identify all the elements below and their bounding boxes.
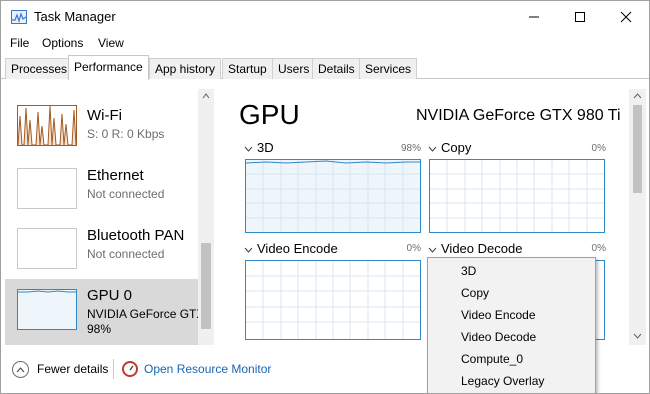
task-manager-window: Task Manager File Options View Processes… (0, 0, 650, 394)
menu-view[interactable]: View (98, 36, 124, 50)
graph-selector-3d[interactable]: 3D (244, 140, 274, 155)
resource-item-bluetooth-pan[interactable]: Bluetooth PAN Not connected (5, 217, 199, 279)
dropdown-item-3d[interactable]: 3D (428, 260, 595, 282)
menu-options[interactable]: Options (42, 36, 83, 50)
resource-name: GPU 0 (87, 287, 133, 304)
tab-bar: Processes Performance App history Startu… (1, 55, 649, 80)
resource-status: Not connected (87, 187, 165, 201)
resource-model: NVIDIA GeForce GTX (87, 307, 205, 321)
menu-bar: File Options View (1, 33, 649, 53)
detail-title: GPU (239, 99, 300, 130)
tab-processes[interactable]: Processes (5, 58, 74, 79)
graph-label: Video Encode (257, 241, 338, 256)
minimize-icon (529, 16, 539, 18)
chevron-down-icon (244, 247, 253, 253)
dropdown-item-video-decode[interactable]: Video Decode (428, 326, 595, 348)
close-icon (620, 11, 632, 23)
resource-name: Ethernet (87, 167, 144, 184)
resource-item-gpu0[interactable]: GPU 0 NVIDIA GeForce GTX 98% (5, 279, 204, 345)
gpu-model-name: NVIDIA GeForce GTX 980 Ti (416, 107, 621, 124)
open-resource-monitor-link[interactable]: Open Resource Monitor (144, 362, 271, 376)
resource-item-ethernet[interactable]: Ethernet Not connected (5, 157, 199, 219)
maximize-button[interactable] (557, 1, 603, 33)
tab-users[interactable]: Users (272, 58, 316, 79)
tab-performance[interactable]: Performance (68, 55, 149, 80)
resource-name: Wi-Fi (87, 107, 122, 124)
chevron-down-icon (244, 146, 253, 152)
graph-selector-video-encode[interactable]: Video Encode (244, 241, 338, 256)
gpu-thumbnail-graph (17, 289, 77, 330)
graph-label: Video Decode (441, 241, 523, 256)
scroll-down-icon[interactable] (629, 330, 646, 342)
title-bar: Task Manager (1, 1, 649, 33)
scroll-up-icon[interactable] (198, 90, 214, 102)
dropdown-item-copy[interactable]: Copy (428, 282, 595, 304)
resource-monitor-icon[interactable] (122, 361, 138, 377)
chevron-down-icon (428, 247, 437, 253)
graph-copy (429, 159, 605, 233)
graph-selector-copy[interactable]: Copy (428, 140, 471, 155)
graph-percentage: 0% (591, 243, 606, 254)
chevron-up-icon (16, 366, 25, 372)
scroll-thumb[interactable] (633, 105, 642, 193)
window-title: Task Manager (34, 9, 116, 24)
resource-list-scrollbar[interactable] (198, 89, 214, 345)
footer-divider (113, 359, 114, 379)
graph-percentage: 98% (400, 143, 421, 154)
menu-file[interactable]: File (10, 36, 29, 50)
graph-label: Copy (441, 140, 472, 155)
maximize-icon (575, 12, 585, 22)
dropdown-item-video-encode[interactable]: Video Encode (428, 304, 595, 326)
tab-startup[interactable]: Startup (222, 58, 273, 79)
scroll-up-icon[interactable] (629, 90, 646, 102)
ethernet-thumbnail-graph (17, 168, 77, 209)
graph-percentage: 0% (591, 143, 606, 154)
graph-percentage: 0% (406, 243, 421, 254)
minimize-button[interactable] (511, 1, 557, 33)
bluetooth-thumbnail-graph (17, 228, 77, 269)
graph-3d (245, 159, 421, 233)
resource-status: Not connected (87, 247, 165, 261)
graph-label: 3D (257, 140, 274, 155)
scroll-thumb[interactable] (201, 243, 211, 329)
fewer-details-button[interactable] (12, 361, 29, 378)
resource-item-wifi[interactable]: Wi-Fi S: 0 R: 0 Kbps (5, 97, 199, 159)
graph-selector-video-decode[interactable]: Video Decode (428, 241, 522, 256)
tab-app-history[interactable]: App history (149, 58, 222, 79)
close-button[interactable] (603, 1, 649, 33)
resource-usage: 98% (87, 322, 112, 336)
chevron-down-icon (428, 146, 437, 152)
resource-list: Wi-Fi S: 0 R: 0 Kbps Ethernet Not connec… (5, 89, 215, 345)
graph-video-encode (245, 260, 421, 340)
wifi-thumbnail-graph (17, 105, 77, 146)
tab-details[interactable]: Details (312, 58, 361, 79)
resource-name: Bluetooth PAN (87, 227, 185, 244)
fewer-details-link[interactable]: Fewer details (37, 362, 108, 376)
footer-bar: Fewer details Open Resource Monitor (1, 351, 649, 393)
task-manager-icon (11, 10, 27, 24)
tab-services[interactable]: Services (359, 58, 418, 79)
detail-scrollbar[interactable] (629, 89, 646, 345)
resource-status: S: 0 R: 0 Kbps (87, 127, 165, 141)
